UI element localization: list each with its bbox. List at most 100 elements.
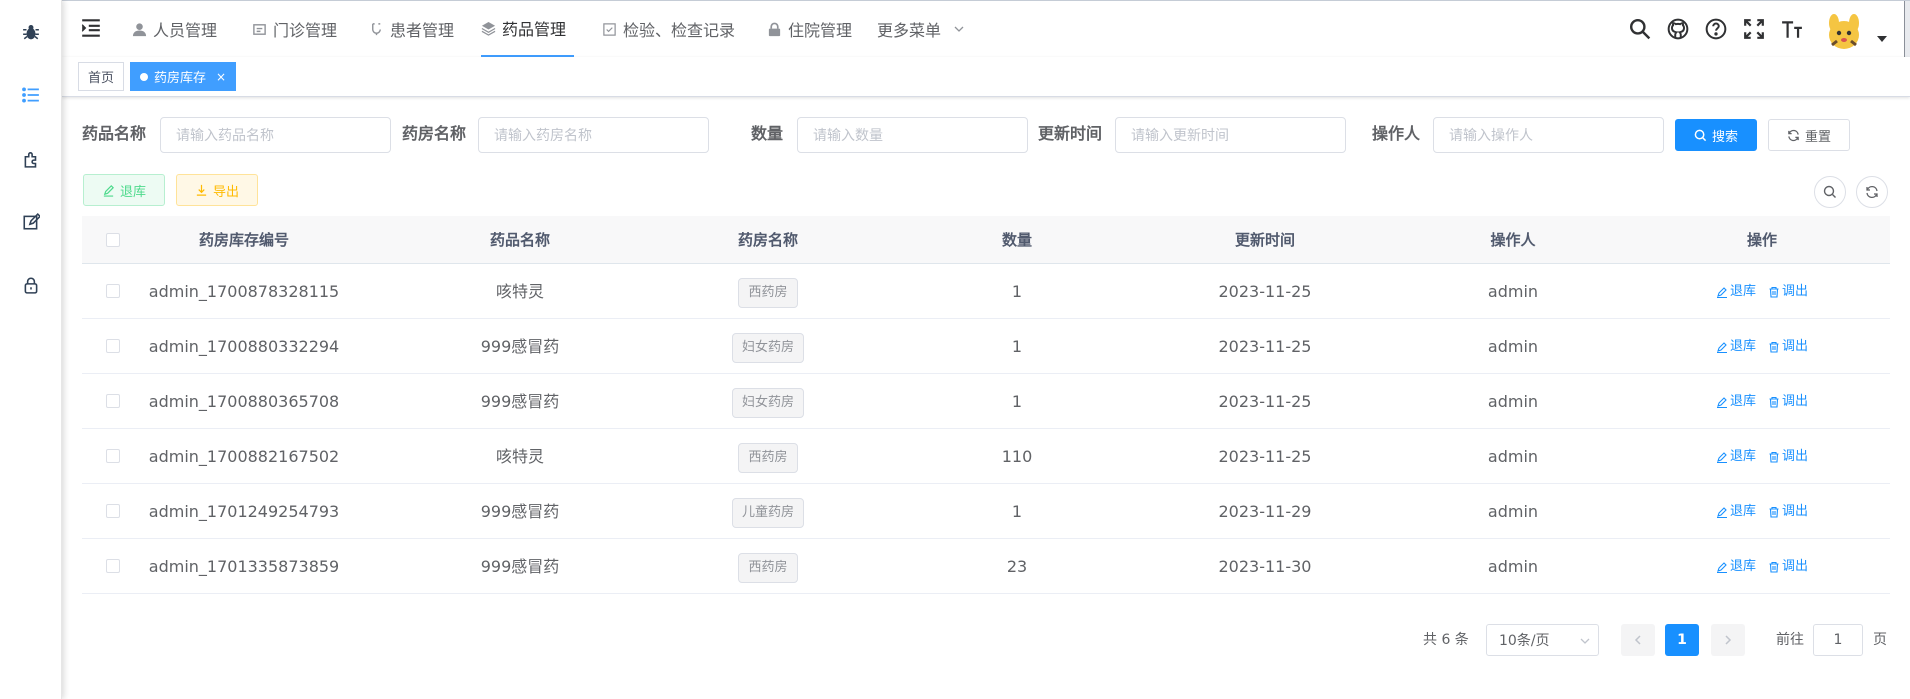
row-return-link[interactable]: 退库 <box>1716 264 1756 319</box>
menu-label: 检验、检查记录 <box>623 21 736 40</box>
table-header: 药房库存编号 药品名称 药房名称 数量 更新时间 操作人 操作 <box>82 216 1890 264</box>
row-transfer-link[interactable]: 调出 <box>1768 539 1808 594</box>
row-checkbox[interactable] <box>106 339 120 353</box>
delete-icon <box>1769 341 1779 353</box>
stock-id: admin_1700880365708 <box>148 392 340 411</box>
download-icon <box>196 184 207 196</box>
github-icon[interactable] <box>1666 17 1690 41</box>
pharmacy-cell: 妇女药房 <box>668 319 868 374</box>
quantity-input[interactable]: 请输入数量 <box>797 117 1028 153</box>
active-dot-icon <box>140 72 148 81</box>
tag-pharmacy-stock[interactable]: 药房库存 × <box>130 62 237 91</box>
update-time-input[interactable]: 请输入更新时间 <box>1115 117 1346 153</box>
prev-page-button[interactable] <box>1621 624 1655 656</box>
toggle-search-button[interactable] <box>1814 176 1846 208</box>
row-checkbox[interactable] <box>106 559 120 573</box>
pharmacy-tag: 西药房 <box>738 442 798 473</box>
layers-icon <box>481 21 496 36</box>
search-button-label: 搜索 <box>1711 129 1738 145</box>
row-transfer-label: 调出 <box>1782 284 1809 299</box>
reset-button[interactable]: 重置 <box>1768 119 1850 151</box>
menu-item-hospitalization[interactable]: 住院管理 <box>767 1 852 57</box>
pharmacy-name-input[interactable]: 请输入药房名称 <box>478 117 709 153</box>
edit-icon[interactable] <box>20 211 42 233</box>
main-area: 人员管理 门诊管理 患者管理 药品管理 检验、检查记录 住院管理 更多菜单 首页… <box>62 0 1910 699</box>
row-return-link[interactable]: 退库 <box>1716 374 1756 429</box>
row-return-label: 退库 <box>1729 284 1756 299</box>
font-size-icon[interactable] <box>1780 17 1804 41</box>
row-transfer-link[interactable]: 调出 <box>1768 264 1808 319</box>
goto-suffix: 页 <box>1873 632 1887 648</box>
row-return-link[interactable]: 退库 <box>1716 319 1756 374</box>
next-page-button[interactable] <box>1711 624 1745 656</box>
caret-down-icon[interactable] <box>1877 35 1887 43</box>
search-icon[interactable] <box>1628 17 1652 41</box>
menu-item-drug[interactable]: 药品管理 <box>481 1 575 57</box>
edit-icon <box>103 184 114 197</box>
page-size-select[interactable]: 10条/页 <box>1486 624 1599 656</box>
pharmacy-cell: 儿童药房 <box>668 484 868 539</box>
return-stock-label: 退库 <box>119 184 146 200</box>
column-header: 操作人 <box>1490 231 1536 249</box>
row-transfer-link[interactable]: 调出 <box>1768 374 1808 429</box>
menu-item-inspection[interactable]: 检验、检查记录 <box>602 1 735 57</box>
list-icon[interactable] <box>20 84 42 106</box>
tag-home[interactable]: 首页 <box>78 62 125 91</box>
pharmacy-tag: 儿童药房 <box>731 497 804 528</box>
row-transfer-label: 调出 <box>1782 339 1809 354</box>
close-icon[interactable]: × <box>216 70 226 84</box>
operator-input[interactable]: 请输入操作人 <box>1433 117 1664 153</box>
row-transfer-label: 调出 <box>1782 394 1809 409</box>
row-actions: 退库 调出 <box>1662 264 1862 319</box>
row-return-link[interactable]: 退库 <box>1716 429 1756 484</box>
search-form: 药品名称 请输入药品名称 药房名称 请输入药房名称 数量 请输入数量 更新时间 … <box>62 116 1910 156</box>
puzzle-icon[interactable] <box>20 148 42 170</box>
row-return-link[interactable]: 退库 <box>1716 484 1756 539</box>
quantity: 23 <box>1006 557 1028 576</box>
menu-label: 更多菜单 <box>877 21 942 40</box>
drug-name-input[interactable]: 请输入药品名称 <box>160 117 391 153</box>
export-label: 导出 <box>212 184 239 200</box>
goto-page-input[interactable]: 1 <box>1813 624 1863 656</box>
row-checkbox[interactable] <box>106 284 120 298</box>
operator: admin <box>1487 282 1539 301</box>
row-transfer-link[interactable]: 调出 <box>1768 429 1808 484</box>
quantity: 1 <box>1011 392 1023 411</box>
edit-icon <box>1716 341 1727 353</box>
row-return-link[interactable]: 退库 <box>1716 539 1756 594</box>
menu-item-outpatient[interactable]: 门诊管理 <box>252 1 337 57</box>
menu-item-personnel[interactable]: 人员管理 <box>132 1 217 57</box>
edit-icon <box>1716 396 1727 408</box>
row-transfer-link[interactable]: 调出 <box>1768 319 1808 374</box>
bug-icon[interactable] <box>20 21 42 43</box>
hamburger-icon[interactable] <box>80 17 102 39</box>
tag-label: 药房库存 <box>154 71 207 86</box>
refresh-table-button[interactable] <box>1856 176 1888 208</box>
row-checkbox[interactable] <box>106 449 120 463</box>
fullscreen-icon[interactable] <box>1742 17 1766 41</box>
export-button[interactable]: 导出 <box>176 174 258 206</box>
stock-id: admin_1700878328115 <box>148 282 340 301</box>
drug-name-label: 药品名称 <box>82 124 147 143</box>
row-checkbox[interactable] <box>106 394 120 408</box>
search-button[interactable]: 搜索 <box>1675 119 1757 151</box>
top-navbar: 人员管理 门诊管理 患者管理 药品管理 检验、检查记录 住院管理 更多菜单 <box>62 0 1910 57</box>
return-stock-button[interactable]: 退库 <box>83 174 165 206</box>
pharmacy-tag: 西药房 <box>738 277 798 308</box>
table-row: admin_1701249254793 999感冒药 儿童药房 1 2023-1… <box>82 484 1890 539</box>
menu-item-more[interactable]: 更多菜单 <box>877 1 965 57</box>
row-checkbox[interactable] <box>106 504 120 518</box>
row-transfer-link[interactable]: 调出 <box>1768 484 1808 539</box>
pharmacy-cell: 西药房 <box>668 539 868 594</box>
pharmacy-cell: 西药房 <box>668 264 868 319</box>
pharmacy-cell: 西药房 <box>668 429 868 484</box>
question-icon[interactable] <box>1704 17 1728 41</box>
select-all-checkbox[interactable] <box>106 233 120 247</box>
page-size-value: 10条/页 <box>1499 633 1550 649</box>
lock-icon[interactable] <box>20 274 42 296</box>
row-actions: 退库 调出 <box>1662 319 1862 374</box>
menu-item-patient[interactable]: 患者管理 <box>369 1 454 57</box>
tag-label: 首页 <box>88 71 115 86</box>
avatar[interactable] <box>1824 11 1864 51</box>
page-number-button[interactable]: 1 <box>1665 624 1699 656</box>
